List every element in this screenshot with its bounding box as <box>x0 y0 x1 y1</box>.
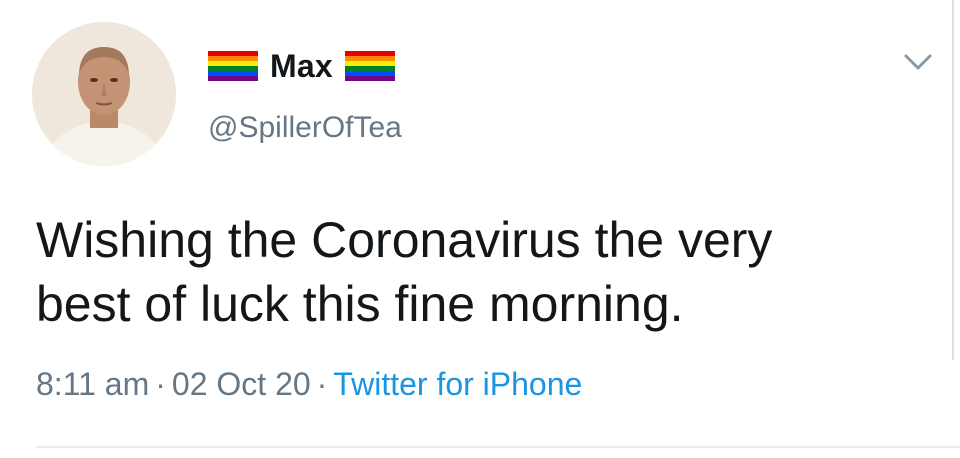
divider <box>36 446 960 448</box>
tweet-time[interactable]: 8:11 am <box>36 366 149 402</box>
rainbow-flag-icon <box>208 51 258 81</box>
edge-divider <box>952 0 954 360</box>
tweet-metadata: 8:11 am · 02 Oct 20 · Twitter for iPhone <box>36 366 582 403</box>
avatar[interactable] <box>32 22 176 166</box>
chevron-down-icon[interactable] <box>900 50 936 74</box>
tweet-text-line: Wishing the Coronavirus the very <box>36 212 773 268</box>
display-name[interactable]: Max <box>270 48 333 85</box>
rainbow-flag-icon <box>344 51 395 81</box>
meta-separator: · <box>316 366 328 402</box>
meta-separator: · <box>155 366 166 402</box>
tweet-text-line: best of luck this fine morning. <box>36 276 684 332</box>
tweet-text: Wishing the Coronavirus the very best of… <box>36 208 916 336</box>
user-name-row[interactable]: Max <box>208 44 395 88</box>
avatar-image <box>32 22 176 166</box>
tweet-date[interactable]: 02 Oct 20 <box>172 366 311 402</box>
user-handle[interactable]: @SpillerOfTea <box>208 111 402 145</box>
tweet-card: Max @SpillerOfTea Wishing the Coronaviru… <box>0 0 960 458</box>
tweet-source-link[interactable]: Twitter for iPhone <box>333 366 582 402</box>
